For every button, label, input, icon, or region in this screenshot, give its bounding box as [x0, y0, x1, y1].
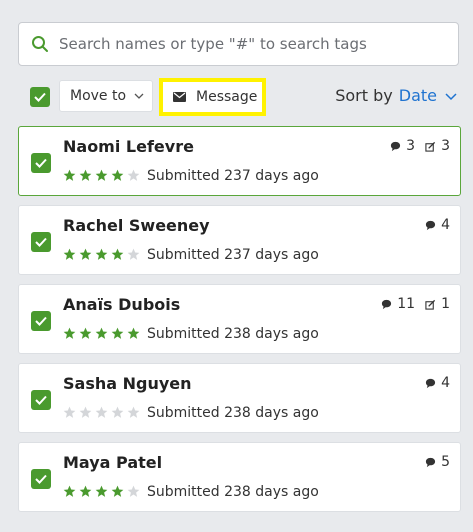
card-counts: 11 1: [381, 296, 450, 312]
star-icon: [63, 169, 76, 181]
card-counts: 33: [390, 138, 450, 154]
check-icon: [35, 158, 47, 168]
card-counts: 4: [425, 217, 450, 233]
submitted-text: Submitted 238 days ago: [147, 326, 319, 342]
comment-count: 11: [381, 296, 415, 312]
star-icon: [95, 248, 108, 260]
applicant-name[interactable]: Rachel Sweeney: [63, 216, 210, 235]
star-icon: [95, 327, 108, 339]
edit-count: 3: [425, 138, 450, 154]
star-icon: [63, 248, 76, 260]
comment-icon: [425, 457, 436, 467]
card-checkbox[interactable]: [31, 390, 51, 410]
edit-icon: [425, 299, 436, 310]
star-icon: [111, 327, 124, 339]
search-box[interactable]: [18, 22, 459, 66]
comment-count: 4: [425, 375, 450, 391]
message-button[interactable]: Message: [159, 78, 266, 116]
star-icon: [63, 485, 76, 497]
edit-count-value: 3: [441, 138, 450, 154]
star-icon: [79, 327, 92, 339]
edit-count: 1: [425, 296, 450, 312]
comment-icon: [391, 141, 401, 151]
card-checkbox[interactable]: [31, 153, 51, 173]
comment-count-value: 5: [441, 454, 450, 470]
comment-icon: [425, 220, 436, 230]
star-icon: [95, 406, 108, 418]
rating-stars: [63, 406, 140, 419]
rating-stars: [63, 169, 140, 182]
star-icon: [127, 169, 140, 181]
sort-label: Sort by: [335, 86, 393, 105]
rating-stars: [63, 248, 140, 261]
card-checkbox[interactable]: [31, 469, 51, 489]
star-icon: [111, 406, 124, 418]
applicant-card[interactable]: Rachel Sweeney Submitted 237 days ago 4: [18, 205, 461, 275]
star-icon: [95, 485, 108, 497]
rating-stars: [63, 327, 140, 340]
comment-count-value: 11: [397, 296, 416, 312]
comment-count-value: 3: [406, 138, 416, 154]
applicant-card[interactable]: Sasha Nguyen Submitted 238 days ago 4: [18, 363, 461, 433]
comment-icon: [425, 378, 436, 388]
star-icon: [127, 485, 140, 497]
star-icon: [63, 327, 76, 339]
star-icon: [79, 248, 92, 260]
move-to-label: Move to: [70, 88, 127, 104]
card-counts: 5: [425, 454, 450, 470]
applicant-card[interactable]: Naomi Lefevre Submitted 237 days ago 33: [18, 126, 461, 196]
applicant-card[interactable]: Anaïs Dubois Submitted 238 days ago 11 1: [18, 284, 461, 354]
check-icon: [35, 237, 47, 247]
comment-count-value: 4: [441, 375, 450, 391]
applicant-name[interactable]: Anaïs Dubois: [63, 295, 180, 314]
edit-icon: [425, 141, 436, 152]
select-all-checkbox[interactable]: [30, 87, 50, 107]
mail-icon: [173, 92, 186, 102]
search-icon: [32, 36, 48, 52]
check-icon: [35, 474, 47, 484]
sort-value[interactable]: Date: [399, 86, 437, 105]
submitted-text: Submitted 238 days ago: [147, 405, 319, 421]
applicant-name[interactable]: Sasha Nguyen: [63, 374, 192, 393]
submitted-text: Submitted 237 days ago: [147, 168, 319, 184]
search-input[interactable]: [59, 35, 439, 53]
comment-count: 5: [425, 454, 450, 470]
card-checkbox[interactable]: [31, 311, 51, 331]
star-icon: [127, 406, 140, 418]
applicant-card[interactable]: Maya Patel Submitted 238 days ago 5: [18, 442, 461, 512]
chevron-down-icon: [134, 93, 144, 99]
star-icon: [127, 248, 140, 260]
edit-count-value: 1: [441, 296, 450, 312]
comment-count: 4: [425, 217, 450, 233]
comment-count: 3: [390, 138, 415, 154]
sort-control[interactable]: Sort by Date: [335, 86, 457, 105]
star-icon: [95, 169, 108, 181]
card-checkbox[interactable]: [31, 232, 51, 252]
move-to-dropdown[interactable]: Move to: [59, 80, 153, 112]
toolbar: Move to Message Sort by Date: [30, 78, 460, 116]
chevron-down-icon: [445, 92, 457, 100]
star-icon: [111, 248, 124, 260]
star-icon: [79, 169, 92, 181]
submitted-text: Submitted 237 days ago: [147, 247, 319, 263]
check-icon: [35, 395, 47, 405]
star-icon: [79, 406, 92, 418]
check-icon: [35, 316, 47, 326]
check-icon: [34, 92, 46, 102]
rating-stars: [63, 485, 140, 498]
star-icon: [79, 485, 92, 497]
submitted-text: Submitted 238 days ago: [147, 484, 319, 500]
star-icon: [127, 327, 140, 339]
applicant-name[interactable]: Maya Patel: [63, 453, 162, 472]
comment-icon: [382, 299, 392, 309]
star-icon: [63, 406, 76, 418]
card-counts: 4: [425, 375, 450, 391]
comment-count-value: 4: [441, 217, 450, 233]
star-icon: [111, 169, 124, 181]
applicant-name[interactable]: Naomi Lefevre: [63, 137, 194, 156]
star-icon: [111, 485, 124, 497]
message-label: Message: [196, 89, 258, 105]
